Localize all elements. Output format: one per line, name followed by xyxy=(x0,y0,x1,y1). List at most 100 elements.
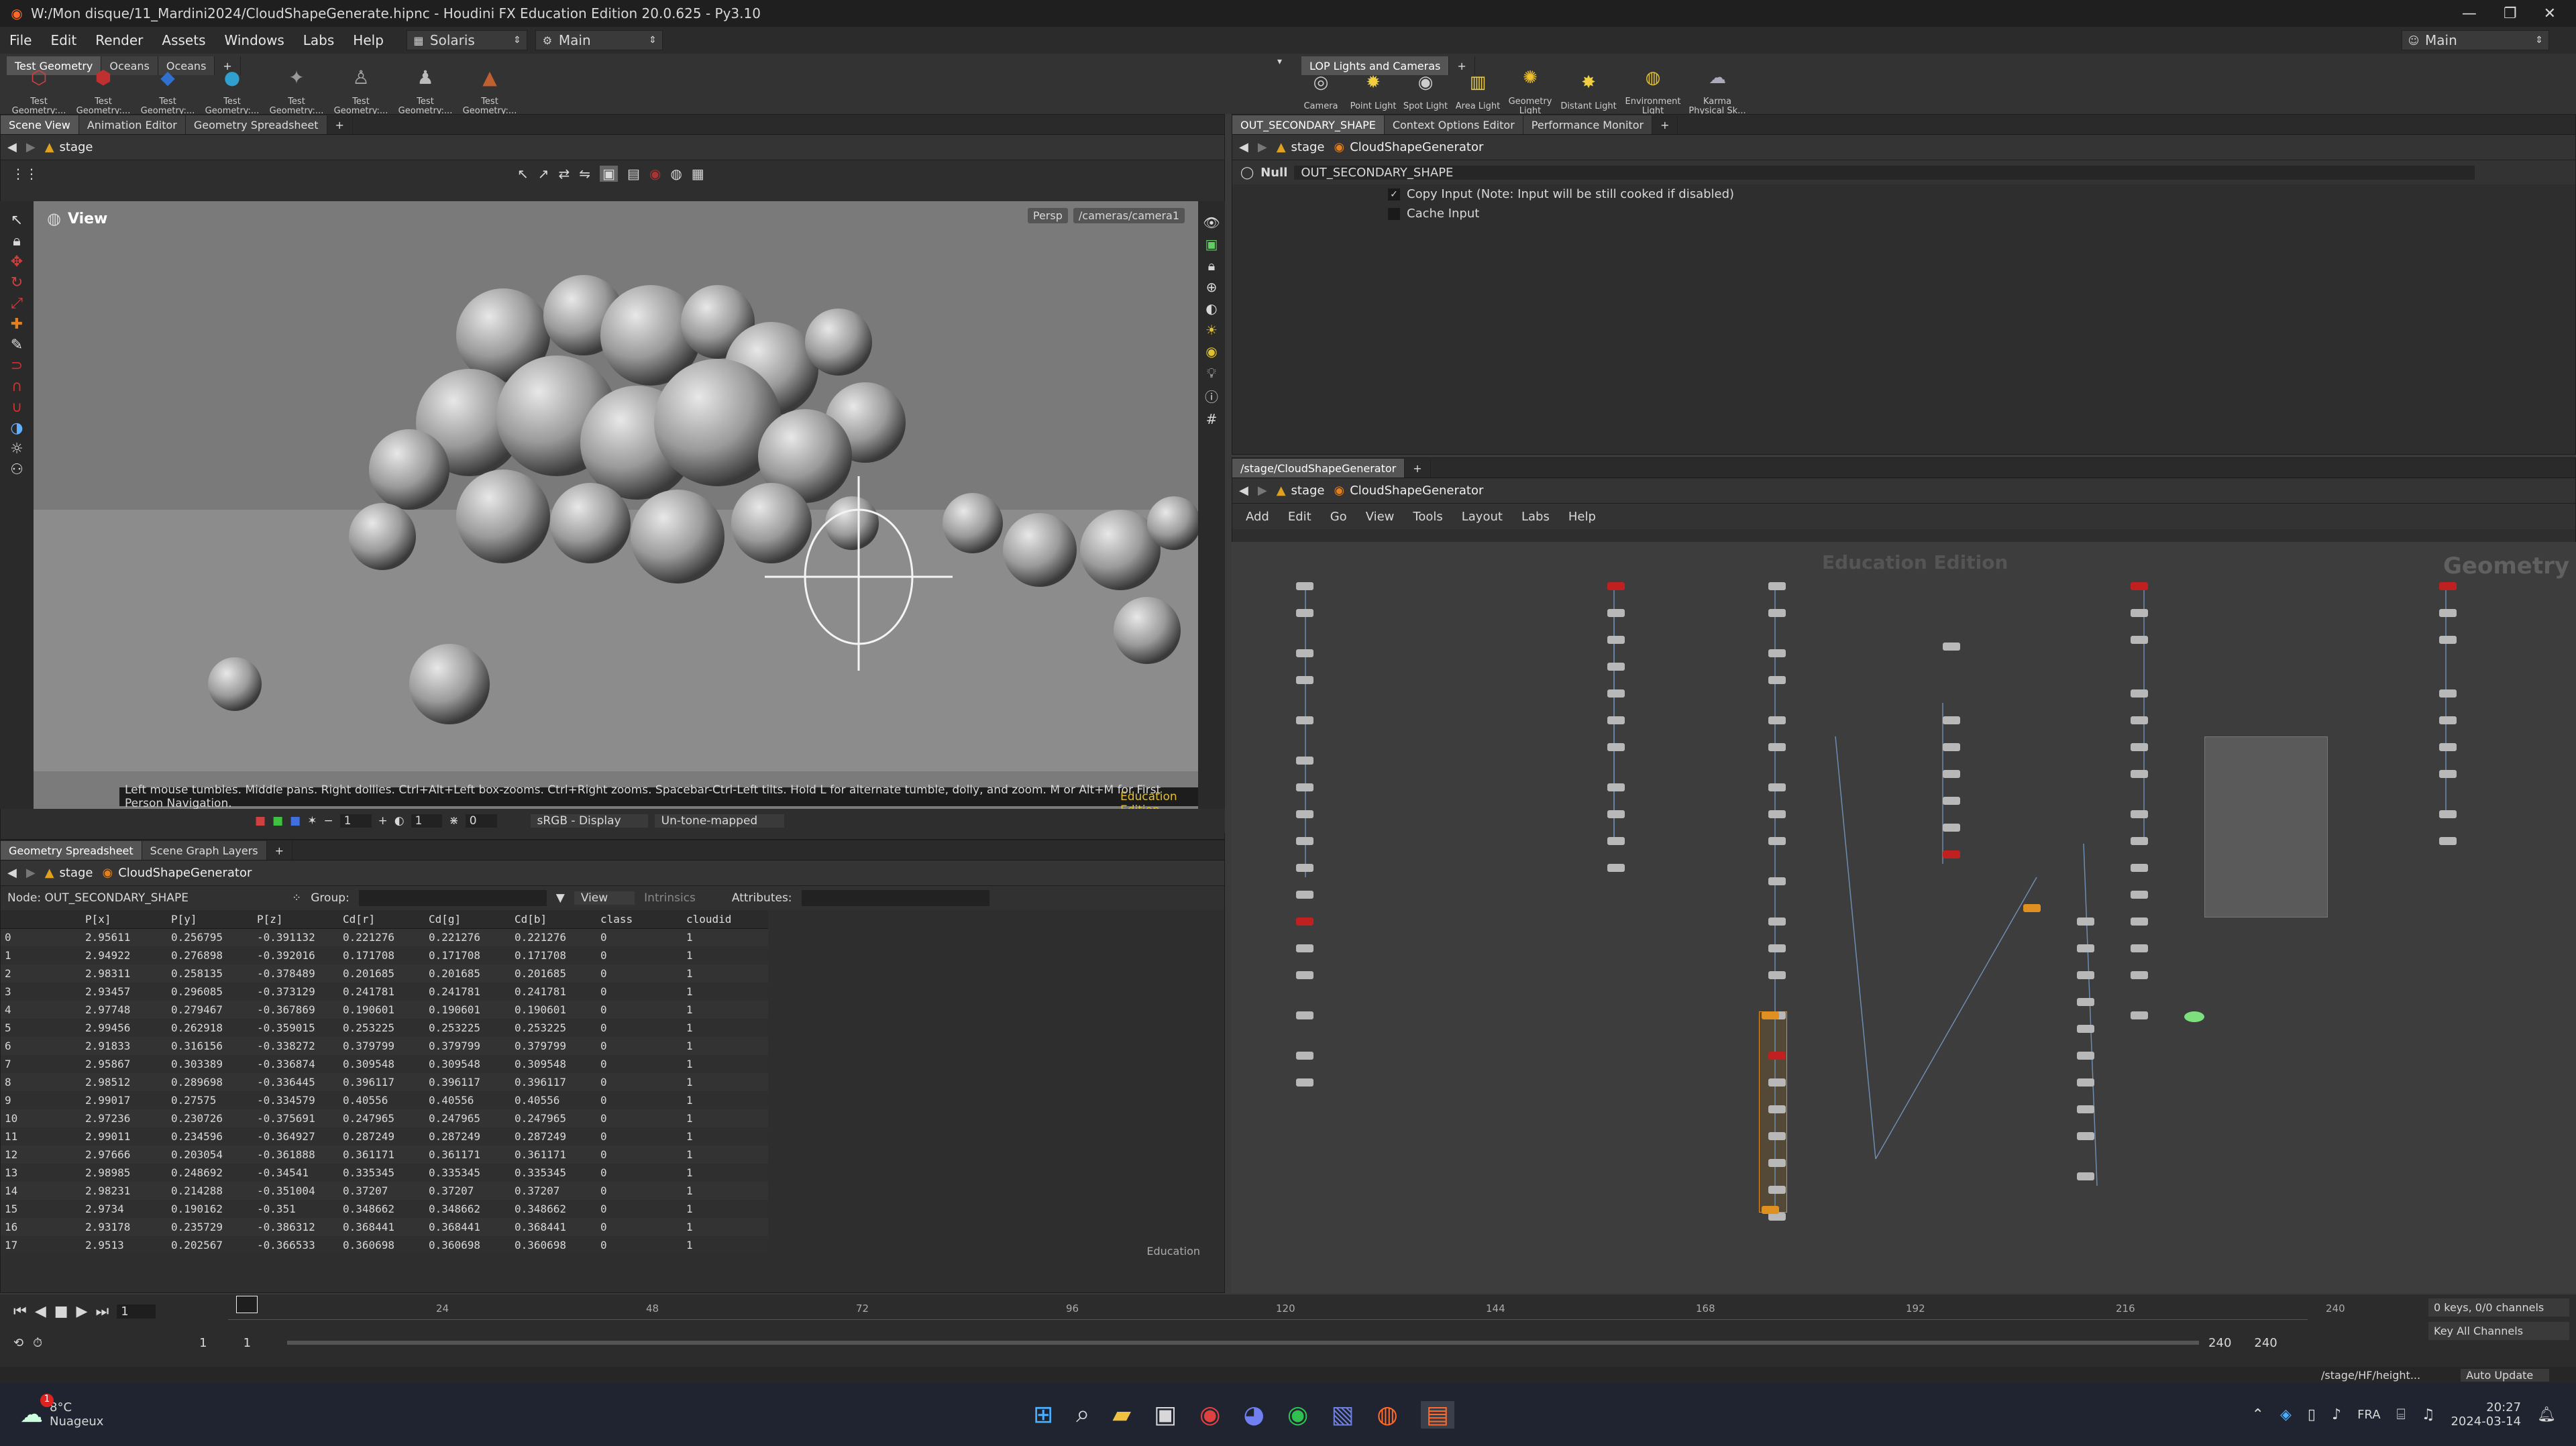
network-node[interactable] xyxy=(1296,716,1313,724)
tab-scene-view[interactable]: Scene View xyxy=(1,115,79,134)
network-node[interactable] xyxy=(1768,609,1786,617)
network-node[interactable] xyxy=(1768,1159,1786,1167)
network-node[interactable] xyxy=(1296,676,1313,684)
path-node-chip[interactable]: ◉ CloudShapeGenerator xyxy=(103,866,252,880)
column-header[interactable]: P[z] xyxy=(253,910,339,929)
menu-assets[interactable]: Assets xyxy=(152,32,215,48)
filter-icon[interactable]: ▼ xyxy=(556,891,565,905)
table-row[interactable]: 17 2.9513 0.202567 -0.366533 0.360698 0.36069… xyxy=(1,1236,768,1254)
path-stage-chip[interactable]: ▲ stage xyxy=(1277,484,1325,498)
stop-icon[interactable]: ■ xyxy=(54,1303,68,1320)
network-node[interactable] xyxy=(2131,810,2148,818)
minus-icon[interactable]: − xyxy=(323,814,333,828)
select-arrow-icon[interactable]: ↖ xyxy=(11,212,23,229)
channel-b-icon[interactable]: ■ xyxy=(290,814,301,828)
network-node[interactable] xyxy=(2131,864,2148,872)
network-node[interactable] xyxy=(2439,837,2457,845)
add-pane-tab-button[interactable]: + xyxy=(1652,115,1678,134)
network-node[interactable] xyxy=(1607,716,1625,724)
intrinsics-label[interactable]: Intrinsics xyxy=(644,891,696,905)
network-node[interactable] xyxy=(1607,663,1625,671)
network-node[interactable] xyxy=(2023,904,2041,912)
realtime-icon[interactable]: ⏱ xyxy=(33,1336,42,1350)
paint-icon[interactable]: ✎ xyxy=(11,337,23,353)
plus-icon[interactable]: + xyxy=(378,814,388,828)
windows-start-icon[interactable]: ⊞ xyxy=(1033,1401,1053,1429)
menu-windows[interactable]: Windows xyxy=(215,32,294,48)
network-menu-labs[interactable]: Labs xyxy=(1521,510,1550,524)
network-node[interactable] xyxy=(2131,917,2148,926)
table-row[interactable]: 6 2.91833 0.316156 -0.338272 0.379799 0.37979… xyxy=(1,1037,768,1055)
network-node[interactable] xyxy=(1768,783,1786,791)
current-frame-field[interactable]: 1 xyxy=(117,1304,156,1319)
right-context-selector[interactable]: ☺ Main ⇕ xyxy=(2402,30,2549,50)
network-node[interactable] xyxy=(2077,1132,2094,1140)
menu-edit[interactable]: Edit xyxy=(41,32,86,48)
network-node[interactable] xyxy=(2077,1172,2094,1180)
group-field[interactable] xyxy=(358,890,547,906)
network-node[interactable] xyxy=(2077,1105,2094,1113)
houdini-taskbar-icon[interactable]: ◍ xyxy=(1377,1401,1397,1429)
search-icon[interactable]: ⌕ xyxy=(1076,1400,1089,1429)
record-icon[interactable]: ◉ xyxy=(649,166,661,182)
network-node[interactable] xyxy=(1607,636,1625,644)
network-node[interactable] xyxy=(1768,1186,1786,1194)
ghost-icon[interactable]: ▣ xyxy=(1205,236,1218,252)
network-node[interactable] xyxy=(1768,810,1786,818)
network-node[interactable] xyxy=(2439,689,2457,698)
network-node[interactable] xyxy=(1768,1105,1786,1113)
teams-icon[interactable]: ▧ xyxy=(1331,1401,1354,1429)
network-node[interactable] xyxy=(2131,636,2148,644)
network-node[interactable] xyxy=(2439,810,2457,818)
network-icon[interactable]: ⌸ xyxy=(2397,1406,2406,1423)
back-arrow-icon[interactable]: ◀ xyxy=(1239,484,1248,498)
network-node[interactable] xyxy=(2131,689,2148,698)
column-header[interactable]: class xyxy=(596,910,682,929)
table-row[interactable]: 15 2.9734 0.190162 -0.351 0.348662 0.348662 0.… xyxy=(1,1200,768,1218)
network-node[interactable] xyxy=(2439,582,2457,590)
shelf-tool-geometry-light[interactable]: ✺ Geometry Light xyxy=(1504,69,1556,116)
shelf-tool-area-light[interactable]: ▥ Area Light xyxy=(1452,74,1504,111)
network-menu-add[interactable]: Add xyxy=(1246,510,1269,524)
network-node[interactable] xyxy=(1768,1052,1786,1060)
points-mode-icon[interactable]: ⁘ xyxy=(292,891,301,905)
wire-icon[interactable]: ⊕ xyxy=(1206,279,1218,295)
network-node[interactable] xyxy=(1768,1078,1786,1087)
maximize-icon[interactable]: ❐ xyxy=(2504,5,2517,22)
network-menu-layout[interactable]: Layout xyxy=(1462,510,1503,524)
notifications-bell-icon[interactable]: 🔔︎ xyxy=(2537,1406,2556,1423)
network-node[interactable] xyxy=(1768,743,1786,751)
camera-menu[interactable]: /cameras/camera1 xyxy=(1073,208,1185,223)
orient-tool-icon[interactable]: ↗ xyxy=(538,166,549,182)
gamma-icon[interactable]: ◐ xyxy=(394,814,405,828)
network-node[interactable] xyxy=(1296,891,1313,899)
column-header[interactable]: Cd[g] xyxy=(425,910,511,929)
network-node[interactable] xyxy=(2439,636,2457,644)
network-node[interactable] xyxy=(2439,770,2457,778)
network-node[interactable] xyxy=(1943,850,1960,858)
network-node[interactable] xyxy=(1762,1011,1779,1019)
table-row[interactable]: 12 2.97666 0.203054 -0.361888 0.361171 0.3611… xyxy=(1,1146,768,1164)
language-indicator[interactable]: FRA xyxy=(2357,1408,2380,1422)
close-icon[interactable]: ✕ xyxy=(2544,5,2556,22)
shelf-tool-test-geometry-8[interactable]: ▲ Test Geometry:... xyxy=(458,68,522,116)
network-node[interactable] xyxy=(1943,643,1960,651)
timeline-ruler[interactable]: 24 48 72 96 120 144 168 192 216 240 xyxy=(228,1300,2345,1320)
pose-tool-icon[interactable]: ⚇ xyxy=(10,461,23,478)
cache-input-checkbox[interactable] xyxy=(1388,207,1400,220)
back-arrow-icon[interactable]: ◀ xyxy=(1239,140,1248,154)
channel-g-icon[interactable]: ■ xyxy=(272,814,283,828)
forward-arrow-icon[interactable]: ▶ xyxy=(26,140,36,154)
tab-performance-monitor[interactable]: Performance Monitor xyxy=(1523,115,1653,134)
network-menu-help[interactable]: Help xyxy=(1568,510,1596,524)
channel-r-icon[interactable]: ■ xyxy=(255,814,266,828)
eye-icon[interactable]: 👁︎ xyxy=(1203,215,1220,231)
timeline-cursor[interactable] xyxy=(236,1296,258,1313)
shelf-dropdown-icon[interactable]: ▾ xyxy=(1277,56,1282,67)
gamma-value[interactable]: 1 xyxy=(411,814,443,828)
jump-start-icon[interactable]: ⏮ xyxy=(13,1303,27,1320)
column-header[interactable]: Cd[r] xyxy=(339,910,425,929)
network-node[interactable] xyxy=(1768,944,1786,952)
network-node[interactable] xyxy=(1296,917,1313,926)
defender-icon[interactable]: ◈ xyxy=(2280,1406,2292,1423)
